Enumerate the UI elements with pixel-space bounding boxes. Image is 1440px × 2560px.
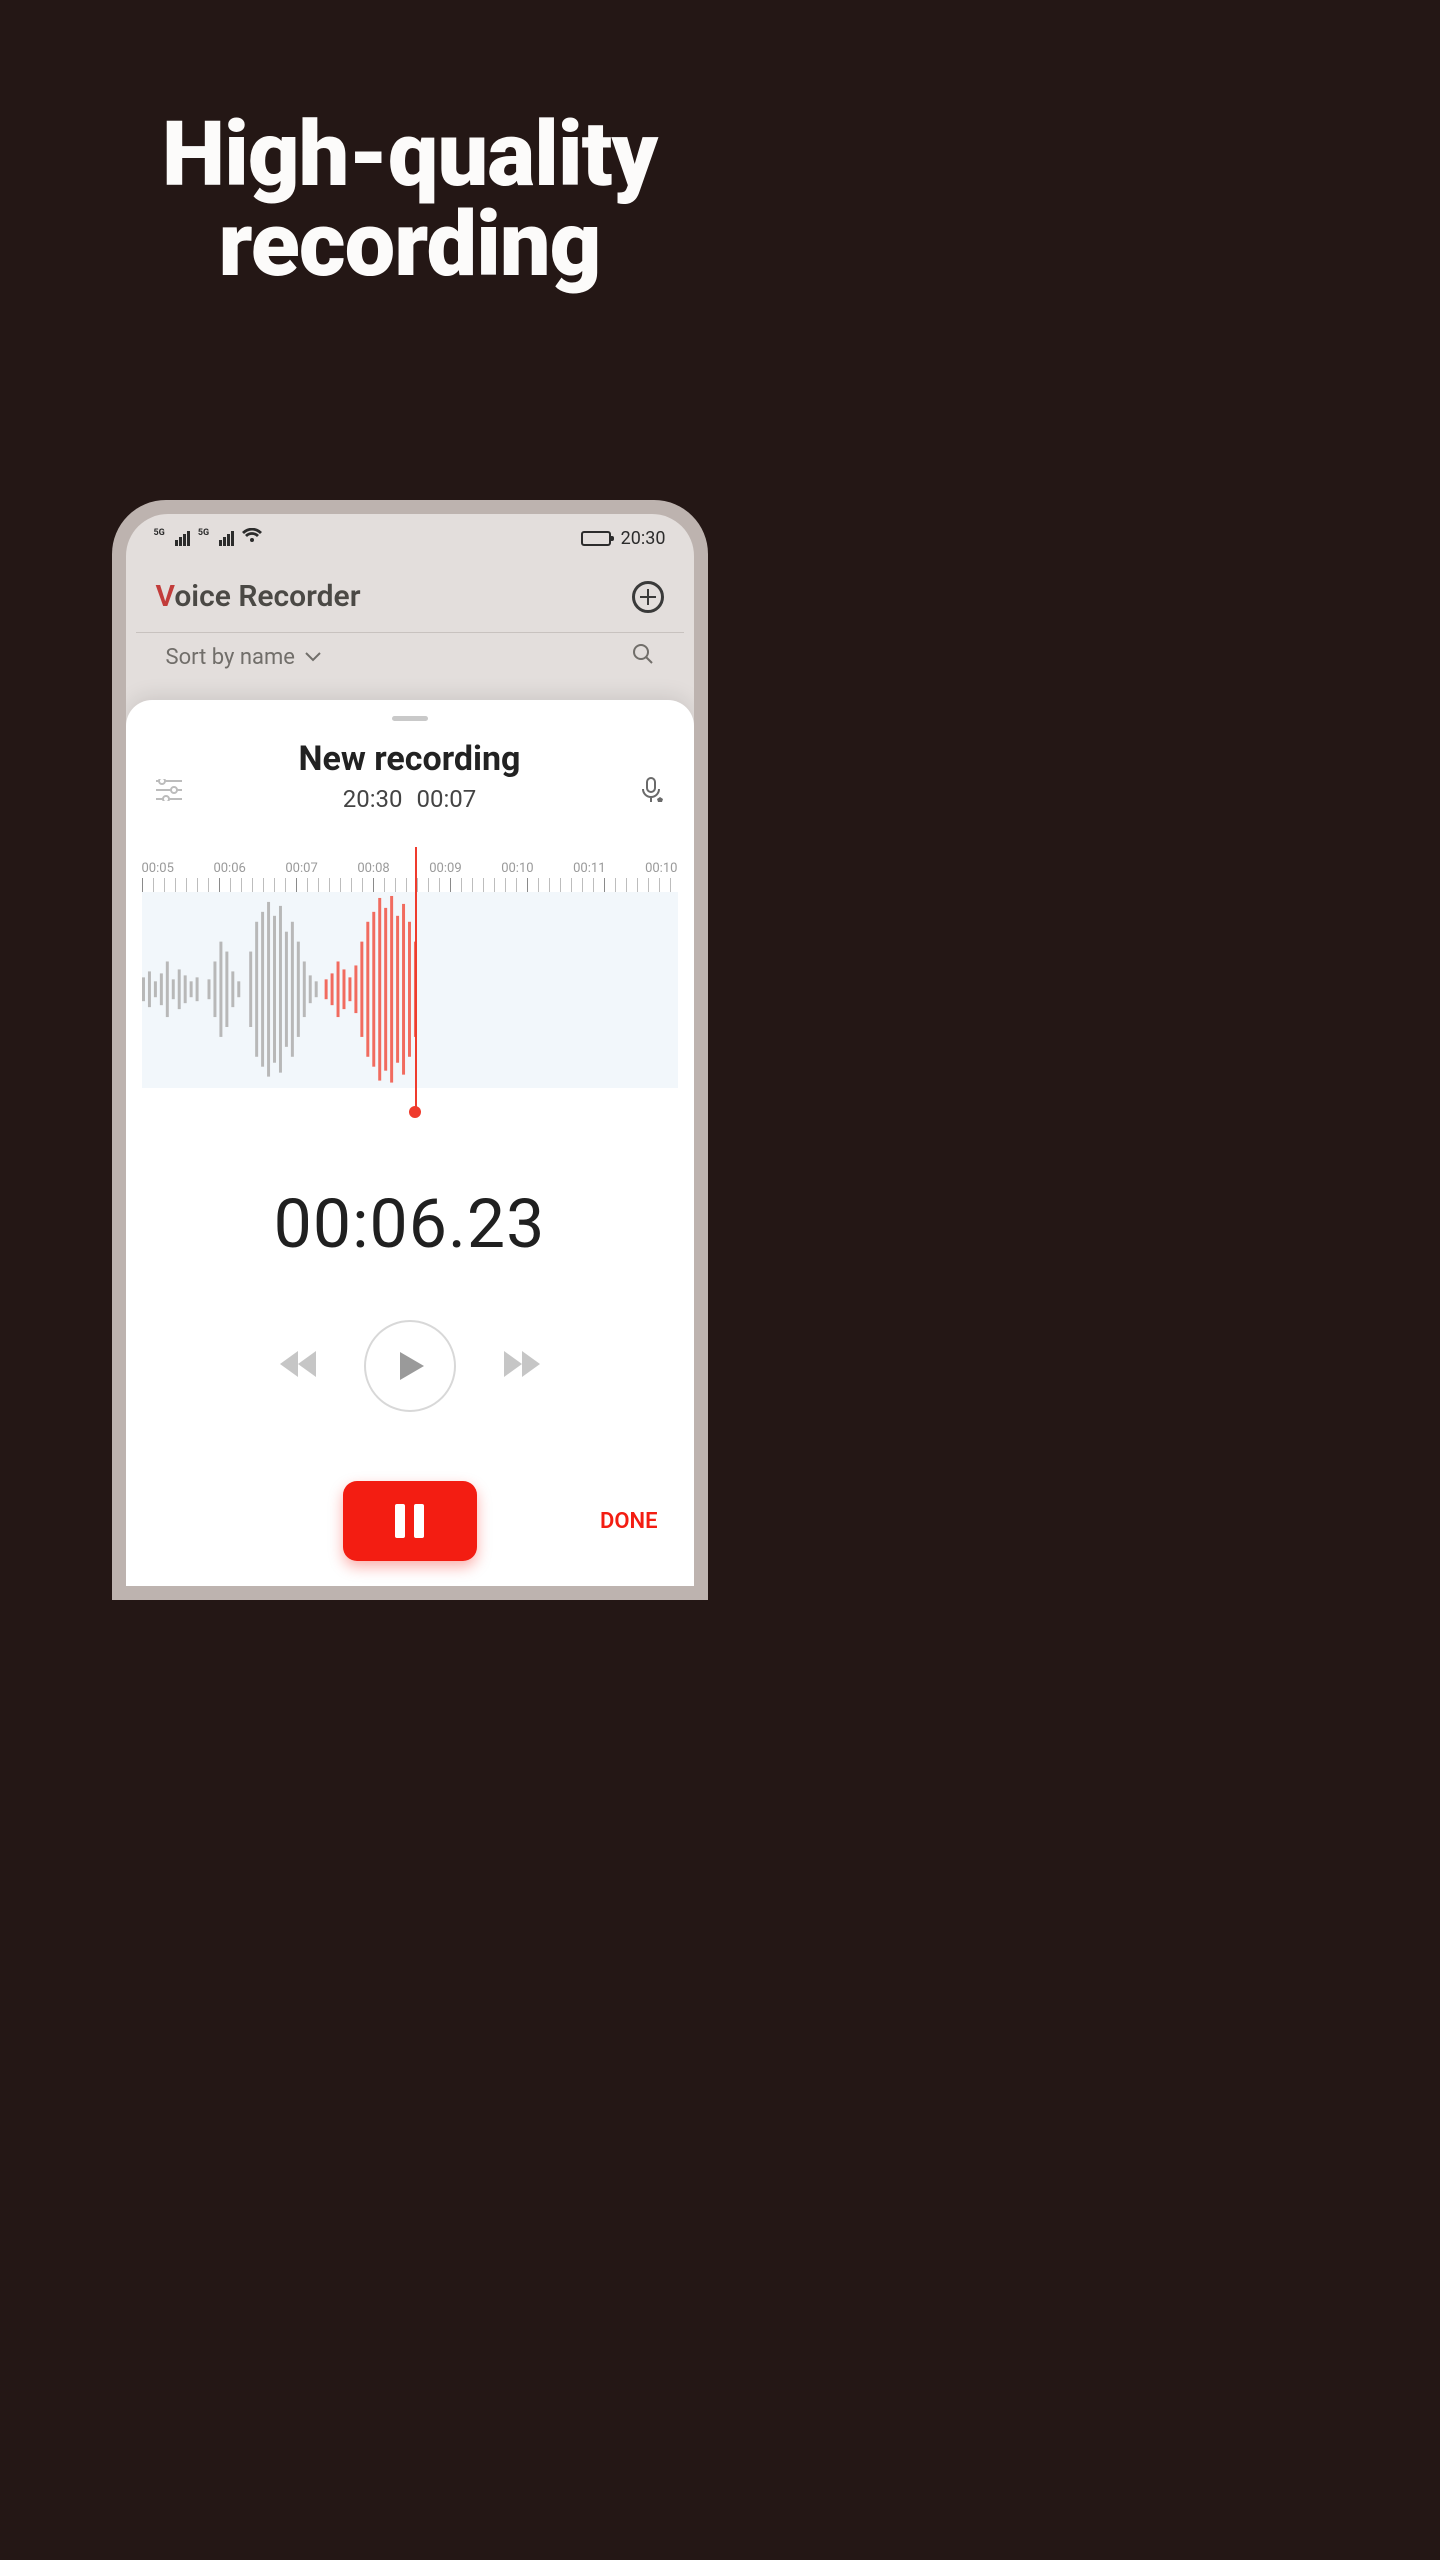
waveform-background bbox=[142, 892, 678, 1088]
list-icon bbox=[156, 779, 182, 801]
signal-icon-2 bbox=[219, 531, 234, 546]
network-label-2: 5G bbox=[198, 528, 209, 538]
transport-controls bbox=[126, 1320, 694, 1412]
recording-title: New recording bbox=[146, 739, 674, 779]
done-button[interactable]: DONE bbox=[600, 1509, 657, 1534]
phone-frame: 5G 5G 20:30 Voice Recorder bbox=[112, 500, 708, 1600]
chevron-down-icon bbox=[305, 652, 321, 662]
forward-icon bbox=[502, 1349, 542, 1379]
recording-subtitle: 20:30 00:07 bbox=[146, 785, 674, 813]
search-button[interactable] bbox=[632, 643, 654, 671]
play-icon bbox=[392, 1348, 428, 1384]
plus-icon bbox=[640, 589, 656, 605]
tick-label: 00:11 bbox=[573, 861, 605, 876]
app-title-rest: oice Recorder bbox=[174, 579, 360, 614]
bottom-controls: DONE bbox=[126, 1456, 694, 1586]
recording-sheet: New recording 20:30 00:07 00:05 00:06 bbox=[126, 700, 694, 1586]
microphone-icon bbox=[640, 777, 664, 805]
tick-label: 00:09 bbox=[429, 861, 461, 876]
sheet-header: New recording 20:30 00:07 bbox=[126, 735, 694, 827]
sort-label-text: Sort by name bbox=[166, 645, 295, 670]
status-bar: 5G 5G 20:30 bbox=[126, 514, 694, 555]
mic-settings-button[interactable] bbox=[640, 777, 664, 809]
app-title: Voice Recorder bbox=[156, 579, 361, 614]
rewind-icon bbox=[278, 1349, 318, 1379]
rewind-button[interactable] bbox=[278, 1349, 318, 1383]
tick-label: 00:10 bbox=[645, 861, 677, 876]
recording-start-time: 20:30 bbox=[343, 785, 403, 813]
app-title-first-letter: V bbox=[156, 579, 175, 614]
hero-line-2: recording bbox=[0, 200, 819, 290]
pause-record-button[interactable] bbox=[343, 1481, 477, 1561]
play-button[interactable] bbox=[364, 1320, 456, 1412]
add-button[interactable] bbox=[632, 581, 664, 613]
signal-icon bbox=[175, 531, 190, 546]
sheet-grabber[interactable] bbox=[392, 716, 428, 721]
timeline-ticks bbox=[142, 878, 678, 892]
sort-row: Sort by name bbox=[136, 632, 684, 691]
recording-duration: 00:07 bbox=[417, 785, 477, 813]
timeline-labels: 00:05 00:06 00:07 00:08 00:09 00:10 00:1… bbox=[142, 861, 678, 878]
tick-label: 00:07 bbox=[285, 861, 317, 876]
phone-screen: 5G 5G 20:30 Voice Recorder bbox=[126, 514, 694, 1586]
network-label-1: 5G bbox=[154, 528, 165, 538]
playhead-dot[interactable] bbox=[409, 1106, 421, 1118]
hero-title: High-quality recording bbox=[0, 110, 819, 290]
list-button[interactable] bbox=[156, 779, 182, 805]
playhead-line[interactable] bbox=[415, 847, 417, 1112]
waveform-panel[interactable]: 00:05 00:06 00:07 00:08 00:09 00:10 00:1… bbox=[142, 861, 678, 1088]
app-header: Voice Recorder bbox=[126, 555, 694, 632]
pause-icon bbox=[395, 1504, 424, 1538]
tick-label: 00:10 bbox=[501, 861, 533, 876]
tick-label: 00:06 bbox=[213, 861, 245, 876]
hero-line-1: High-quality bbox=[0, 110, 819, 200]
search-icon bbox=[632, 643, 654, 665]
forward-button[interactable] bbox=[502, 1349, 542, 1383]
sort-dropdown[interactable]: Sort by name bbox=[166, 645, 321, 670]
status-time: 20:30 bbox=[621, 528, 666, 549]
battery-icon bbox=[581, 531, 611, 546]
elapsed-timer: 00:06.23 bbox=[126, 1184, 694, 1264]
wifi-icon bbox=[242, 528, 262, 549]
waveform-icon bbox=[142, 892, 678, 1087]
tick-label: 00:05 bbox=[142, 861, 174, 876]
tick-label: 00:08 bbox=[357, 861, 389, 876]
